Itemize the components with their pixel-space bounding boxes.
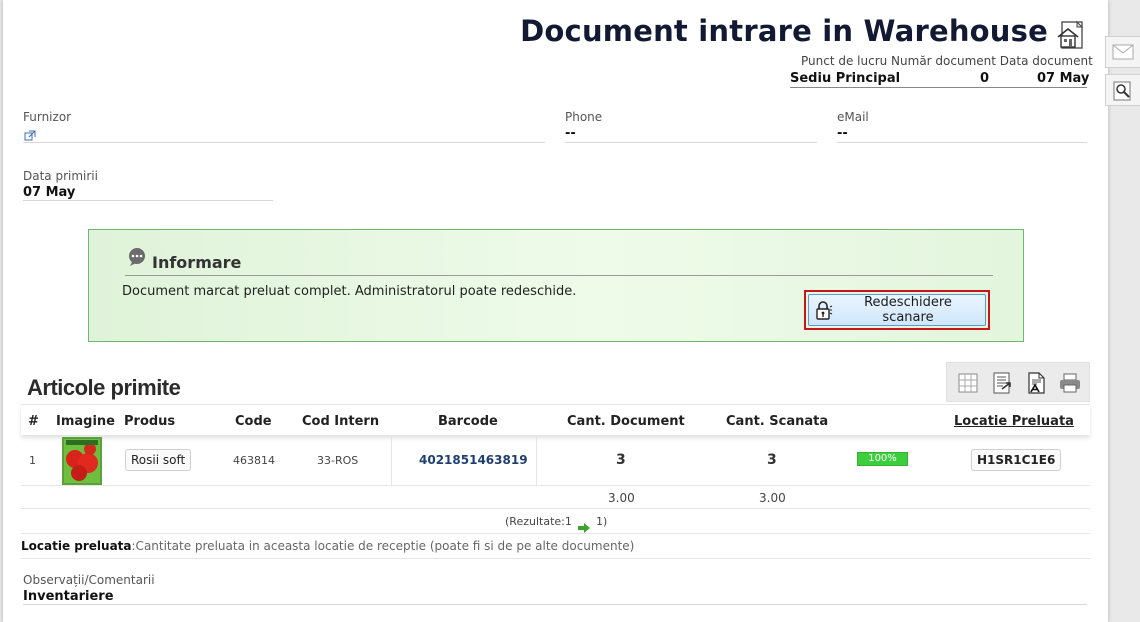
col-barcode: Barcode	[438, 414, 498, 429]
reopen-scan-label: Redeschidere scanare	[864, 295, 952, 325]
email-value: --	[837, 126, 848, 141]
row-barcode: 4021851463819	[419, 453, 528, 467]
search-icon	[1112, 80, 1134, 106]
phone-label: Phone	[565, 110, 603, 124]
supplier-underline	[23, 142, 545, 143]
page-total: 1)	[596, 515, 608, 528]
total-qty-document: 3.00	[608, 491, 635, 505]
col-qty-scanned: Cant. Scanata	[726, 414, 829, 429]
mail-icon	[1112, 43, 1134, 65]
results-count: (Rezultate:1	[505, 515, 572, 528]
house-document-icon	[1056, 20, 1086, 50]
received-date-value: 07 May	[23, 185, 76, 200]
col-product: Produs	[124, 414, 176, 429]
document-sheet: Document intrare in Warehouse Punct de l…	[3, 0, 1108, 622]
lock-icon	[815, 300, 833, 320]
table-row: 1 Rosii soft 463814 33-ROS 4021851463819…	[21, 436, 1090, 486]
email-underline	[837, 142, 1087, 143]
items-section-title: Articole primite	[27, 375, 181, 400]
cell-divider	[391, 436, 392, 486]
col-code: Code	[235, 414, 272, 429]
product-image[interactable]	[62, 437, 102, 485]
export-list-icon[interactable]	[990, 371, 1014, 395]
phone-underline	[565, 142, 817, 143]
document-meta-labels: Punct de lucru Număr document Data docum…	[801, 54, 1093, 68]
col-location-sort[interactable]: Locatie Preluata	[954, 414, 1074, 429]
total-qty-scanned: 3.00	[759, 491, 786, 505]
items-toolbar	[946, 362, 1090, 402]
col-index: #	[28, 414, 39, 429]
page-title: Document intrare in Warehouse	[520, 14, 1048, 48]
items-table-header: # Imagine Produs Code Cod Intern Barcode…	[21, 404, 1090, 435]
external-link-icon[interactable]	[24, 127, 36, 141]
row-qty-document: 3	[616, 452, 626, 468]
phone-value: --	[565, 126, 576, 141]
reopen-highlight: Redeschidere scanare	[804, 290, 990, 330]
legend-text: :Cantitate preluata in aceasta locatie d…	[131, 539, 635, 553]
arrow-right-icon[interactable]	[578, 518, 590, 533]
chat-bubble-icon	[127, 247, 147, 267]
received-date-label: Data primirii	[23, 169, 98, 183]
info-message: Document marcat preluat complet. Adminis…	[122, 284, 577, 299]
send-mail-tool[interactable]	[1105, 36, 1140, 68]
print-icon[interactable]	[1058, 371, 1082, 395]
pdf-icon[interactable]	[1024, 371, 1048, 395]
supplier-label: Furnizor	[23, 110, 72, 124]
col-internal-code: Cod Intern	[302, 414, 380, 429]
product-name-button[interactable]: Rosii soft	[125, 449, 192, 471]
info-header: Informare	[125, 246, 993, 276]
location-button[interactable]: H1SR1C1E6	[971, 449, 1062, 471]
info-panel: Informare Document marcat preluat comple…	[88, 229, 1024, 342]
col-image: Imagine	[56, 414, 115, 429]
document-meta-values: Sediu Principal 0 07 May	[790, 71, 1090, 88]
legend-label: Locatie preluata	[21, 539, 132, 553]
legend-divider	[21, 558, 1090, 559]
row-index: 1	[29, 454, 36, 467]
email-label: eMail	[837, 110, 869, 124]
preview-tool[interactable]	[1105, 74, 1140, 106]
cell-divider	[536, 436, 537, 486]
row-internal-code: 33-ROS	[317, 454, 359, 467]
col-qty-document: Cant. Document	[567, 414, 685, 429]
notes-label: Observații/Comentarii	[23, 573, 155, 587]
table-icon[interactable]	[956, 371, 980, 395]
scan-progress-bar: 100%	[857, 452, 908, 466]
location-legend: Locatie preluata:Cantitate preluata in a…	[21, 539, 634, 553]
row-qty-scanned: 3	[767, 452, 777, 468]
work-point-value: Sediu Principal	[790, 71, 901, 86]
document-date-value: 07 May	[1037, 71, 1090, 86]
info-title: Informare	[152, 253, 242, 272]
notes-value: Inventariere	[23, 589, 114, 604]
reopen-scan-button[interactable]: Redeschidere scanare	[808, 294, 986, 326]
document-number-value: 0	[980, 71, 990, 86]
received-date-underline	[23, 200, 273, 201]
pagination: (Rezultate:1 1)	[21, 509, 1090, 534]
totals-row: 3.00 3.00	[21, 486, 1090, 509]
row-code: 463814	[233, 454, 275, 467]
notes-underline	[23, 604, 1087, 605]
